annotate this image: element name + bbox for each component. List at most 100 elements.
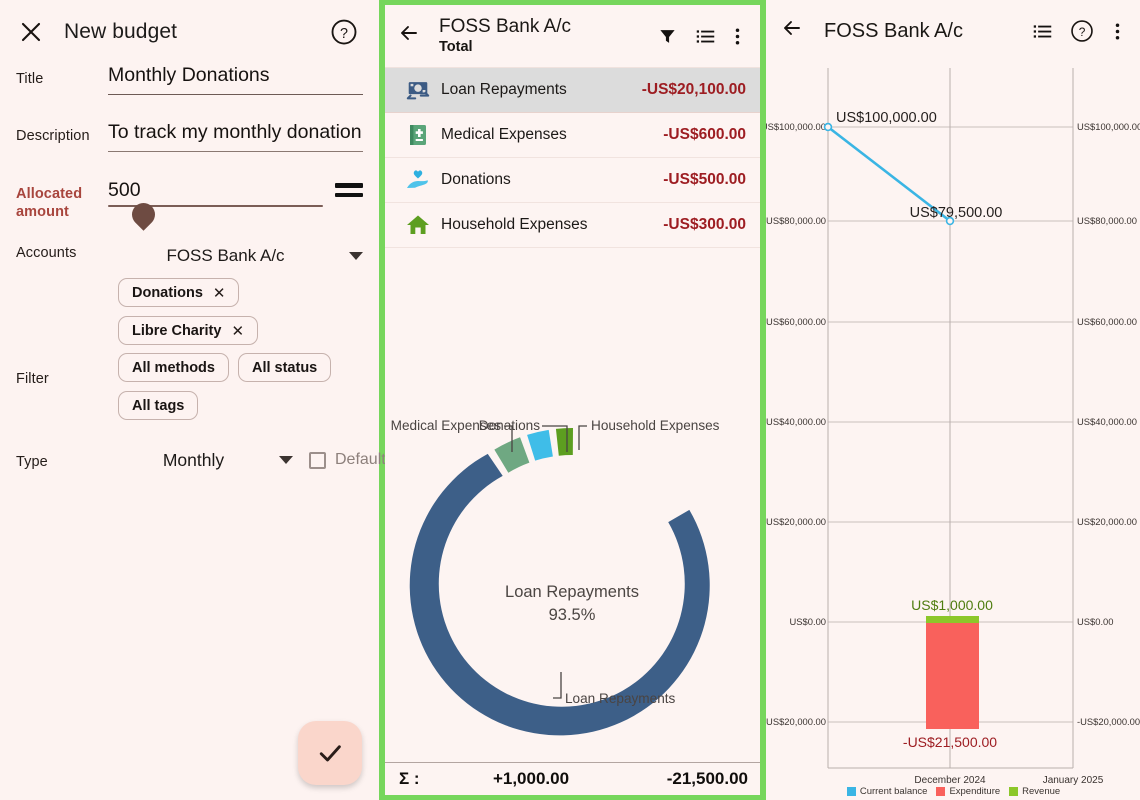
list-icon[interactable]: [686, 26, 724, 47]
donut-label-loan: Loan Repayments: [565, 691, 676, 706]
transaction-amount: -US$600.00: [663, 126, 746, 144]
account-subtitle: Total: [439, 39, 648, 55]
y-tick-left: US$60,000.00: [766, 316, 826, 327]
chip-libre-charity[interactable]: Libre Charity ✕: [118, 316, 258, 345]
summary-expense: -21,500.00: [603, 769, 748, 789]
y-tick-left: US$0.00: [790, 616, 826, 627]
account-appbar: FOSS Bank A/c Total: [385, 5, 760, 67]
heart-in-hand-icon: [395, 168, 441, 192]
point-label-balance-dec: US$100,000.00: [836, 110, 937, 126]
page-title: New budget: [64, 20, 329, 44]
legend-swatch: [936, 787, 945, 796]
type-label: Type: [16, 451, 108, 470]
chip-label: Libre Charity: [132, 323, 221, 339]
donut-label-household: Household Expenses: [591, 418, 720, 433]
chip-donations[interactable]: Donations ✕: [118, 278, 239, 307]
budget-form: Title Monthly Donations Description To t…: [0, 64, 379, 482]
amount-input[interactable]: 500: [108, 179, 323, 205]
y-tick-right: -US$20,000.00: [1077, 716, 1140, 727]
accounts-value: FOSS Bank A/c: [108, 246, 349, 266]
bar-expenditure: [926, 622, 979, 729]
transaction-name: Medical Expenses: [441, 126, 663, 144]
bar-label-expenditure: -US$21,500.00: [903, 734, 997, 750]
title-input[interactable]: Monthly Donations: [108, 64, 363, 95]
transaction-amount: -US$20,100.00: [642, 81, 746, 99]
overflow-menu-icon[interactable]: [724, 26, 750, 47]
accounts-dropdown[interactable]: FOSS Bank A/c: [108, 238, 363, 272]
type-dropdown[interactable]: Monthly: [108, 450, 293, 471]
legend-label: Revenue: [1022, 786, 1060, 797]
x-tick-january: January 2025: [1043, 775, 1104, 786]
y-tick-right: US$40,000.00: [1077, 416, 1137, 427]
description-row: Description To track my monthly donation: [16, 121, 363, 165]
checkbox-box[interactable]: [309, 452, 326, 469]
overflow-menu-icon[interactable]: [1102, 21, 1132, 42]
transaction-name: Loan Repayments: [441, 81, 642, 99]
y-tick-left: US$20,000.00: [766, 516, 826, 527]
category-chip-list: Donations ✕ Libre Charity ✕: [108, 278, 363, 345]
chip-all-status[interactable]: All status: [238, 353, 331, 382]
filter-label: Filter: [16, 353, 108, 387]
y-tick-right: US$80,000.00: [1077, 215, 1137, 226]
chip-all-methods[interactable]: All methods: [118, 353, 229, 382]
accounts-row: Accounts FOSS Bank A/c Donations ✕ Libre…: [16, 238, 363, 345]
chevron-down-icon: [279, 456, 293, 464]
legend-swatch: [1009, 787, 1018, 796]
budget-appbar: New budget ?: [0, 0, 379, 64]
filter-row: Filter All methods All status All tags: [16, 353, 363, 420]
legend-item-revenue[interactable]: Revenue: [1009, 786, 1060, 797]
donut-chart: Medical Expenses Donations Household Exp…: [385, 248, 760, 762]
transaction-name: Donations: [441, 171, 663, 189]
legend-item-current-balance[interactable]: Current balance: [847, 786, 928, 797]
description-label: Description: [16, 121, 108, 144]
chart-title: FOSS Bank A/c: [824, 20, 1022, 43]
sigma-label: Σ :: [399, 769, 459, 789]
y-tick-left: US$40,000.00: [766, 416, 826, 427]
transaction-list: Loan Repayments -US$20,100.00 Medical Ex…: [385, 67, 760, 248]
summary-income: +1,000.00: [459, 769, 603, 789]
help-circle-icon[interactable]: ?: [329, 17, 359, 47]
transaction-amount: -US$500.00: [663, 171, 746, 189]
filter-chip-list: All methods All status All tags: [108, 353, 366, 420]
donut-slice-donations: [527, 430, 553, 461]
type-value: Monthly: [108, 450, 279, 471]
y-tick-right: US$60,000.00: [1077, 316, 1137, 327]
equals-icon[interactable]: [335, 179, 363, 202]
amount-slider[interactable]: 500: [108, 179, 323, 207]
legend-label: Expenditure: [949, 786, 1000, 797]
back-arrow-icon[interactable]: [397, 21, 427, 51]
chip-label: Donations: [132, 285, 203, 301]
close-icon[interactable]: ✕: [231, 322, 244, 340]
bar-revenue: [926, 616, 979, 623]
table-row[interactable]: Loan Repayments -US$20,100.00: [385, 68, 760, 113]
donut-center-label: Loan Repayments: [505, 583, 639, 601]
back-arrow-icon[interactable]: [780, 16, 810, 46]
account-overview-panel: FOSS Bank A/c Total: [385, 0, 760, 800]
table-row[interactable]: Medical Expenses -US$600.00: [385, 113, 760, 158]
summary-bar: Σ : +1,000.00 -21,500.00: [385, 762, 760, 795]
title-label: Title: [16, 64, 108, 87]
chevron-down-icon: [349, 252, 363, 260]
table-row[interactable]: Donations -US$500.00: [385, 158, 760, 203]
list-icon[interactable]: [1022, 21, 1062, 42]
legend-label: Current balance: [860, 786, 928, 797]
help-circle-icon[interactable]: ?: [1062, 18, 1102, 44]
legend-swatch: [847, 787, 856, 796]
default-checkbox[interactable]: Default: [309, 451, 386, 469]
close-icon[interactable]: [14, 15, 48, 49]
filter-funnel-icon[interactable]: [648, 27, 686, 46]
legend-item-expenditure[interactable]: Expenditure: [936, 786, 1000, 797]
balance-chart: US$100,000.00 US$80,000.00 US$60,000.00 …: [766, 56, 1140, 800]
chart-legend: Current balance Expenditure Revenue: [766, 786, 1140, 797]
donut-slice-household-expenses: [556, 428, 573, 456]
donut-center-value: 93.5%: [549, 606, 596, 624]
close-icon[interactable]: ✕: [213, 284, 226, 302]
allocated-amount-row: Allocated amount 500: [16, 179, 363, 223]
point-label-balance-jan: US$79,500.00: [910, 205, 1003, 221]
save-button[interactable]: [298, 721, 362, 785]
description-input[interactable]: To track my monthly donation: [108, 121, 363, 152]
medical-book-icon: [395, 123, 441, 147]
chip-all-tags[interactable]: All tags: [118, 391, 198, 420]
check-icon: [315, 738, 345, 768]
balance-chart-panel: FOSS Bank A/c ?: [766, 0, 1140, 800]
